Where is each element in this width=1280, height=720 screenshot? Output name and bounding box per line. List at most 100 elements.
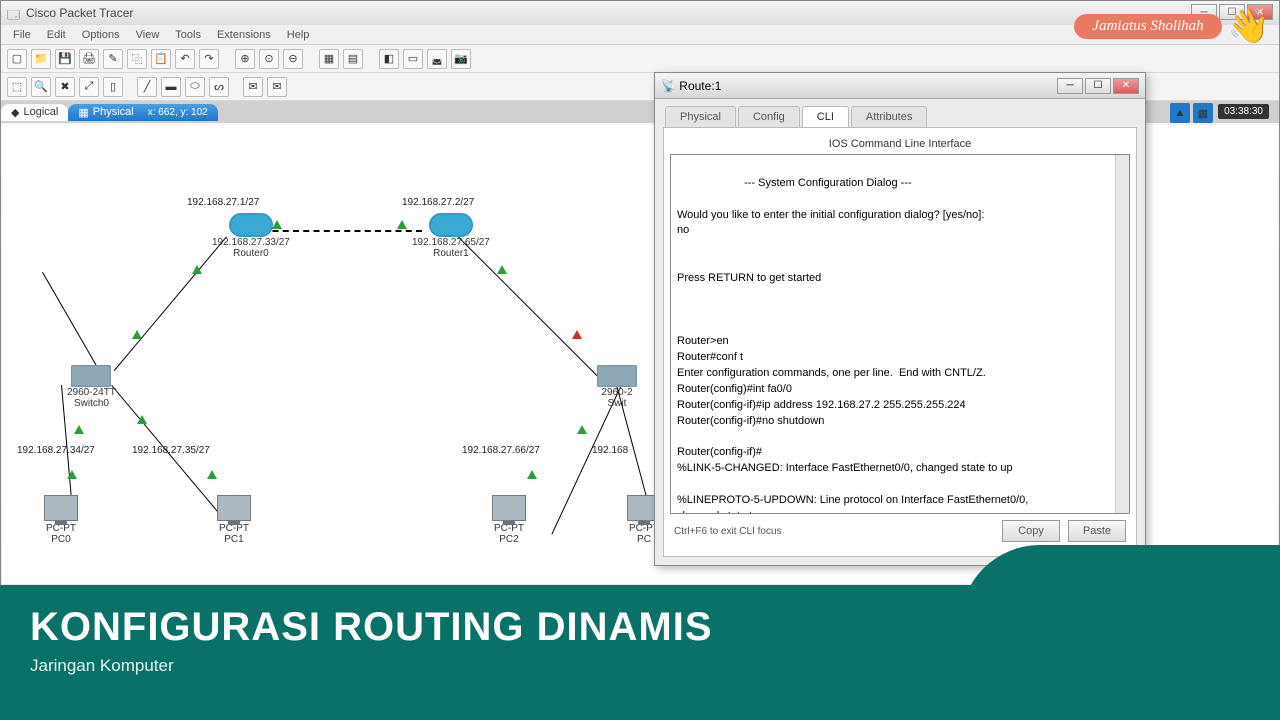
menu-tools[interactable]: Tools <box>167 29 209 41</box>
dlg-minimize-button[interactable]: ─ <box>1057 78 1083 94</box>
ellipse-icon[interactable]: ⬭ <box>185 77 205 97</box>
main-toolbar: ▢ 📁 💾 🖨 ✎ ⿻ 📋 ↶ ↷ ⊕ ⊙ ⊖ ▦ ▤ ◧ ▭ ◛ 📷 <box>1 45 1279 73</box>
device-pc0[interactable]: PC-PT PC0 <box>44 495 78 545</box>
envelope2-icon[interactable]: ✉ <box>267 77 287 97</box>
device-router0[interactable]: 192.168.27.33/27 Router0 <box>212 213 290 259</box>
copy-button[interactable]: Copy <box>1002 520 1060 542</box>
zoom-in-icon[interactable]: ⊕ <box>235 49 255 69</box>
pc-icon <box>44 495 78 521</box>
time-label: 03:38:30 <box>1218 104 1269 119</box>
dialog-subtitle: IOS Command Line Interface <box>670 134 1130 154</box>
paste-icon[interactable]: 📋 <box>151 49 171 69</box>
delete-icon[interactable]: ✖ <box>55 77 75 97</box>
shape-icon[interactable]: ◧ <box>379 49 399 69</box>
router-dialog: 📡 Route:1 ─ ☐ ✕ Physical Config CLI Attr… <box>654 72 1146 566</box>
dialog-body: IOS Command Line Interface --- System Co… <box>663 127 1137 557</box>
router-icon <box>229 213 273 237</box>
banner-curve <box>960 545 1280 625</box>
shape2-icon[interactable]: ▭ <box>403 49 423 69</box>
envelope-icon[interactable]: ✉ <box>243 77 263 97</box>
device-pc2[interactable]: PC-PT PC2 <box>492 495 526 545</box>
inspect-icon[interactable]: 🔍 <box>31 77 51 97</box>
dialog-title-bar[interactable]: 📡 Route:1 ─ ☐ ✕ <box>655 73 1145 99</box>
freeform-icon[interactable]: ᔕ <box>209 77 229 97</box>
device-router1[interactable]: 192.168.27.65/27 Router1 <box>412 213 490 259</box>
switch-icon <box>71 365 111 387</box>
watermark: Jamiatus Sholihah 👋 <box>1074 6 1270 46</box>
open-icon[interactable]: 📁 <box>31 49 51 69</box>
right-view-icons: ▲ ▦ <box>1170 103 1213 123</box>
dialog-title: Route:1 <box>679 79 721 93</box>
menu-help[interactable]: Help <box>279 29 318 41</box>
undo-icon[interactable]: ↶ <box>175 49 195 69</box>
scrollbar[interactable] <box>1115 155 1129 513</box>
app-title: Cisco Packet Tracer <box>26 6 133 20</box>
devices-icon[interactable]: ▤ <box>343 49 363 69</box>
dlg-close-button[interactable]: ✕ <box>1113 78 1139 94</box>
label-pc2ip: 192.168.27.66/27 <box>462 445 540 456</box>
camera-icon[interactable]: 📷 <box>451 49 471 69</box>
label-pc1ip: 192.168.27.35/27 <box>132 445 210 456</box>
menu-options[interactable]: Options <box>74 29 128 41</box>
label-pc3ip: 192.168 <box>592 445 628 456</box>
hand-icon: 👋 <box>1228 6 1270 46</box>
label-sw0: Switch0 <box>67 398 116 409</box>
label-r0: Router0 <box>212 248 290 259</box>
dialog-tabs: Physical Config CLI Attributes <box>655 99 1145 127</box>
banner-subtitle: Jaringan Komputer <box>30 656 1250 676</box>
dlg-maximize-button[interactable]: ☐ <box>1085 78 1111 94</box>
view-icon-1[interactable]: ▲ <box>1170 103 1190 123</box>
shape3-icon[interactable]: ◛ <box>427 49 447 69</box>
router-icon: 📡 <box>661 79 676 93</box>
menu-edit[interactable]: Edit <box>39 29 74 41</box>
coords-label: x: 662, y: 102 <box>138 107 208 118</box>
label-r1: Router1 <box>412 248 490 259</box>
select-icon[interactable]: ⬚ <box>7 77 27 97</box>
label-pc1: PC1 <box>217 534 251 545</box>
terminal-text: --- System Configuration Dialog --- Woul… <box>677 177 1028 514</box>
switch-icon <box>597 365 637 387</box>
pc-icon <box>217 495 251 521</box>
app-icon: 🗔 <box>7 6 21 20</box>
device-pc1[interactable]: PC-PT PC1 <box>217 495 251 545</box>
tab-logical[interactable]: ◆ Logical <box>1 104 68 121</box>
cli-hint: Ctrl+F6 to exit CLI focus <box>674 526 782 537</box>
dlg-tab-config[interactable]: Config <box>738 106 800 127</box>
label-r0sub: 192.168.27.33/27 <box>212 237 290 248</box>
video-banner: KONFIGURASI ROUTING DINAMIS Jaringan Kom… <box>0 585 1280 720</box>
device-switch1[interactable]: 2960-2 Swit <box>597 365 637 409</box>
terminal-footer: Ctrl+F6 to exit CLI focus Copy Paste <box>670 514 1130 548</box>
dlg-tab-physical[interactable]: Physical <box>665 106 736 127</box>
rect-icon[interactable]: ▬ <box>161 77 181 97</box>
note-icon[interactable]: ▯ <box>103 77 123 97</box>
menu-view[interactable]: View <box>128 29 168 41</box>
zoom-out-icon[interactable]: ⊖ <box>283 49 303 69</box>
view-icon-2[interactable]: ▦ <box>1193 103 1213 123</box>
label-net2: 192.168.27.2/27 <box>402 197 474 208</box>
menu-file[interactable]: File <box>5 29 39 41</box>
pc-icon <box>492 495 526 521</box>
zoom-reset-icon[interactable]: ⊙ <box>259 49 279 69</box>
copy-icon[interactable]: ⿻ <box>127 49 147 69</box>
resize-icon[interactable]: ⤢ <box>79 77 99 97</box>
device-switch0[interactable]: 2960-24TT Switch0 <box>67 365 116 409</box>
wizard-icon[interactable]: ✎ <box>103 49 123 69</box>
redo-icon[interactable]: ↷ <box>199 49 219 69</box>
print-icon[interactable]: 🖨 <box>79 49 99 69</box>
palette-icon[interactable]: ▦ <box>319 49 339 69</box>
menu-extensions[interactable]: Extensions <box>209 29 279 41</box>
label-pc0ip: 192.168.27.34/27 <box>17 445 95 456</box>
label-pc2: PC2 <box>492 534 526 545</box>
paste-button[interactable]: Paste <box>1068 520 1126 542</box>
label-net1: 192.168.27.1/27 <box>187 197 259 208</box>
new-icon[interactable]: ▢ <box>7 49 27 69</box>
watermark-badge: Jamiatus Sholihah <box>1074 14 1221 39</box>
cli-terminal[interactable]: --- System Configuration Dialog --- Woul… <box>670 154 1130 514</box>
tab-physical[interactable]: ▦ Physicalx: 662, y: 102 <box>68 104 217 121</box>
label-sw0a: 2960-24TT <box>67 387 116 398</box>
line-icon[interactable]: ╱ <box>137 77 157 97</box>
save-icon[interactable]: 💾 <box>55 49 75 69</box>
dlg-tab-attributes[interactable]: Attributes <box>851 106 927 127</box>
label-sw1: Swit <box>597 398 637 409</box>
dlg-tab-cli[interactable]: CLI <box>802 106 849 127</box>
